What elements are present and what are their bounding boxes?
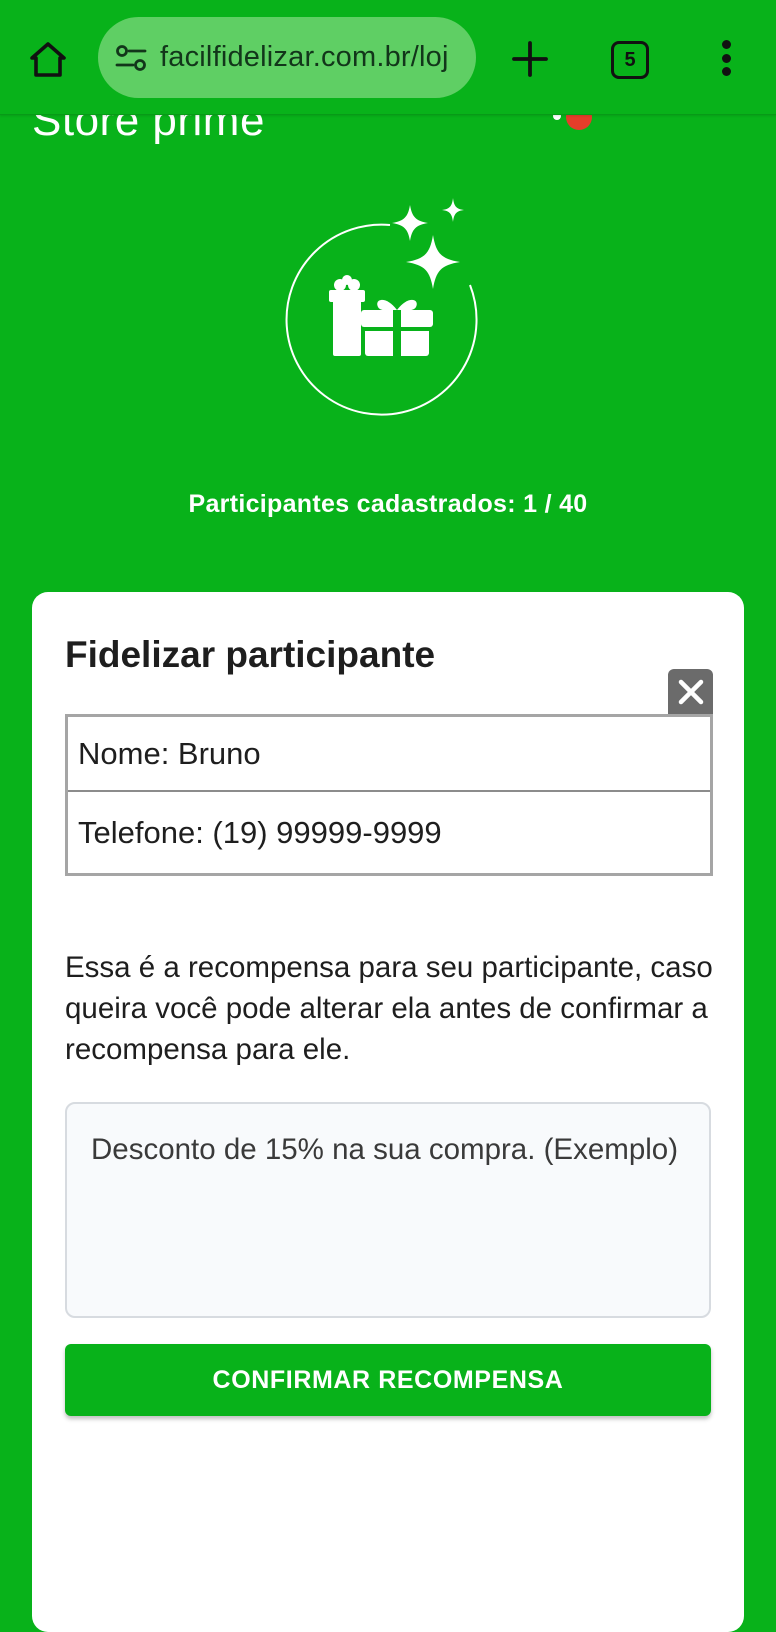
participant-phone: Telefone: (19) 99999-9999 (78, 814, 442, 850)
card-title: Fidelizar participante (65, 634, 436, 675)
participant-name: Nome: Bruno (68, 717, 710, 792)
more-vert-icon[interactable] (706, 38, 746, 78)
participants-label: Participantes cadastrados: (188, 490, 524, 518)
participants-counter: Participantes cadastrados: 1 / 40 (0, 490, 776, 519)
home-icon (30, 42, 66, 77)
home-button[interactable] (20, 32, 76, 88)
reward-textarea[interactable]: Desconto de 15% na sua compra. (Exemplo) (65, 1102, 711, 1318)
loyalty-card: Fidelizar participante Nome: Bruno Telef… (32, 592, 744, 1632)
plus-icon (512, 41, 548, 77)
url-text: facilfidelizar.com.br/loj (160, 41, 449, 73)
site-settings-icon[interactable] (114, 41, 148, 75)
confirm-reward-button[interactable]: CONFIRMAR RECOMPENSA (65, 1344, 711, 1416)
gift-icon (329, 275, 433, 356)
close-icon (678, 679, 703, 704)
participants-count: 1 / 40 (523, 490, 588, 518)
sparkle-icon (392, 198, 464, 289)
close-button[interactable] (668, 669, 713, 714)
participant-info-table: Nome: Bruno Telefone: (19) 99999-9999 (65, 714, 713, 876)
address-bar[interactable]: facilfidelizar.com.br/loj (98, 17, 476, 98)
new-tab-button[interactable] (505, 34, 555, 84)
tab-switcher-icon[interactable]: 5 (611, 41, 649, 79)
reward-description: Essa é a recompensa para seu participant… (65, 951, 713, 1066)
gift-illustration (270, 195, 500, 425)
browser-toolbar: facilfidelizar.com.br/loj 5 (0, 0, 776, 115)
tab-count: 5 (624, 48, 636, 71)
